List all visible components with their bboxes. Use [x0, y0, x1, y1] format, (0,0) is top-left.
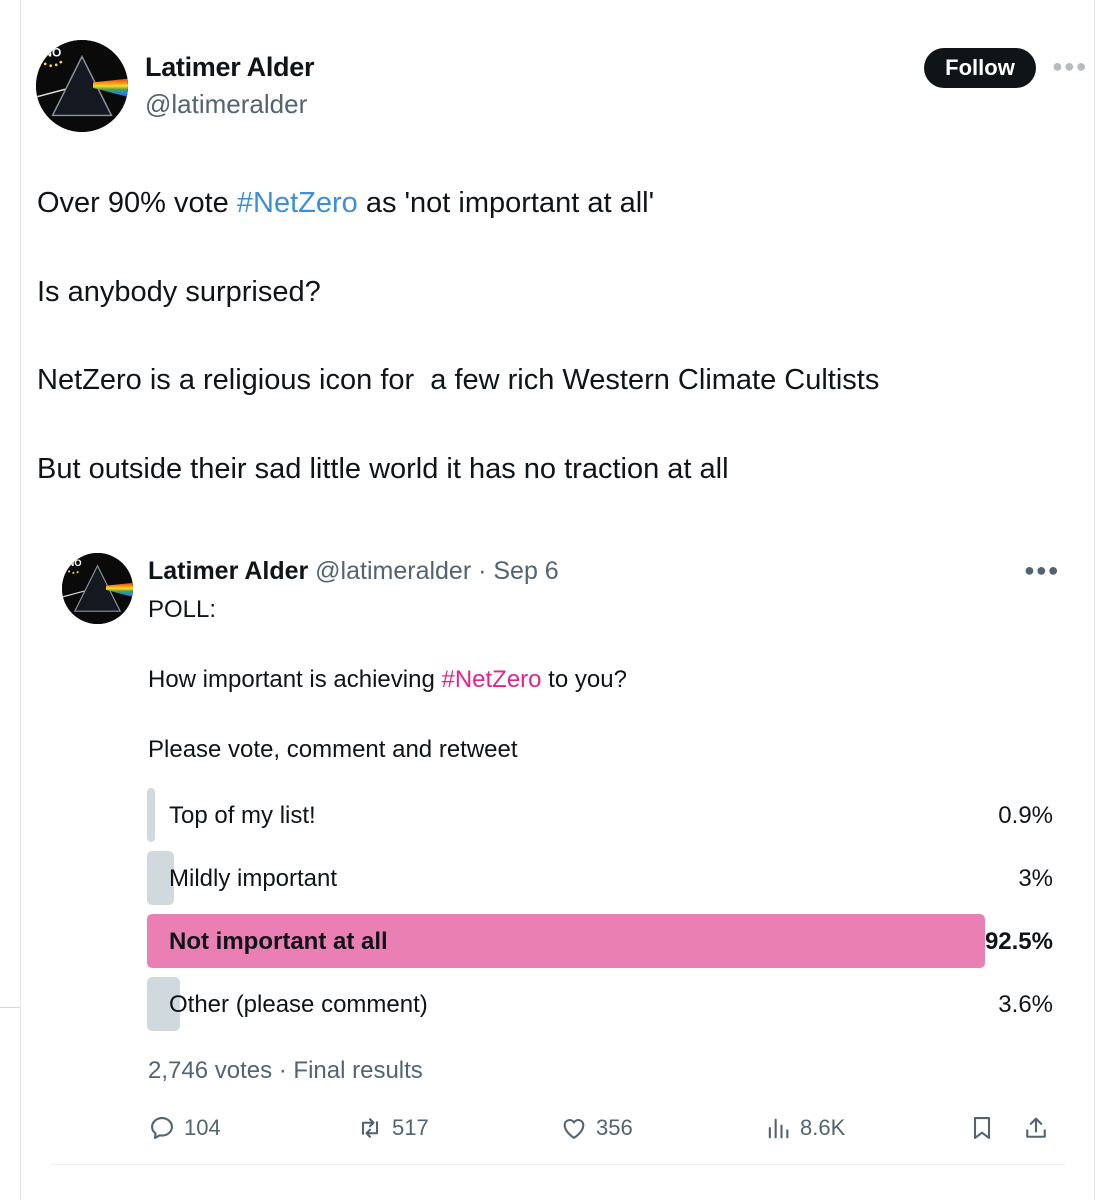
reply-button[interactable]: 104 [148, 1114, 221, 1142]
tweet-text-line-1: Over 90% vote #NetZero as 'not important… [37, 187, 654, 220]
quoted-text-line-2: How important is achieving #NetZero to y… [148, 666, 627, 694]
poll-option-percent: 92.5% [984, 928, 1053, 955]
bookmark-button[interactable] [968, 1114, 996, 1147]
left-border [20, 0, 21, 1200]
more-horizontal-icon[interactable]: ●●● [1052, 56, 1088, 77]
author-avatar[interactable]: NO [36, 40, 128, 132]
bookmark-icon [973, 1117, 991, 1139]
poll-option-label: Top of my list! [169, 802, 316, 829]
follow-button[interactable]: Follow [924, 48, 1036, 88]
text-segment: How important is achieving [148, 666, 442, 693]
tweet-text-line-2: Is anybody surprised? [37, 276, 321, 308]
poll-option-winner: Not important at all 92.5% [147, 914, 1053, 968]
svg-text:NO: NO [43, 46, 61, 60]
quoted-text-line-1: POLL: [148, 596, 217, 623]
like-count: 356 [596, 1115, 633, 1140]
poll-option-label: Mildly important [169, 865, 338, 892]
text-segment: to you? [541, 666, 627, 693]
poll-option-label: Not important at all [169, 928, 388, 955]
poll-option-percent: 0.9% [998, 802, 1053, 829]
reply-icon [151, 1117, 173, 1139]
heart-icon [563, 1119, 585, 1139]
repost-button[interactable]: 517 [356, 1114, 429, 1142]
reply-count: 104 [184, 1115, 221, 1140]
views-icon [768, 1118, 789, 1139]
poll-bar [147, 788, 156, 842]
right-border [1094, 0, 1095, 1200]
repost-icon [361, 1118, 379, 1138]
author-name[interactable]: Latimer Alder [145, 52, 314, 83]
prism-avatar-icon: NO [62, 553, 133, 624]
quoted-text-line-3: Please vote, comment and retweet [148, 736, 518, 763]
prism-avatar-icon: NO [36, 40, 128, 132]
text-segment: as 'not important at all' [357, 187, 655, 219]
poll-option: Top of my list! 0.9% [147, 788, 1053, 842]
views-button[interactable]: 8.6K [764, 1114, 845, 1142]
poll-option-percent: 3.6% [998, 991, 1053, 1018]
divider-stub [0, 1007, 20, 1008]
views-count: 8.6K [800, 1115, 846, 1140]
tweet-text-line-4: But outside their sad little world it ha… [37, 453, 729, 485]
quoted-meta[interactable]: @latimeralder · Sep 6 [308, 557, 559, 585]
bottom-divider [50, 1164, 1066, 1165]
like-button[interactable]: 356 [560, 1114, 633, 1142]
poll-option-percent: 3% [1018, 865, 1053, 892]
poll-option: Other (please comment) 3.6% [147, 977, 1053, 1031]
repost-count: 517 [392, 1115, 429, 1140]
hashtag-link[interactable]: #NetZero [441, 666, 541, 693]
share-icon [1026, 1117, 1046, 1138]
quoted-author-avatar[interactable]: NO [62, 553, 133, 624]
poll-footer: 2,746 votes · Final results [148, 1057, 423, 1084]
poll-option-label: Other (please comment) [169, 991, 428, 1018]
quoted-more-icon[interactable]: ●●● [1024, 560, 1060, 581]
quoted-header: Latimer Alder @latimeralder · Sep 6 [148, 557, 559, 586]
author-handle[interactable]: @latimeralder [145, 89, 307, 120]
share-button[interactable] [1022, 1114, 1050, 1147]
svg-text:NO: NO [68, 558, 82, 568]
tweet-text-line-3: NetZero is a religious icon for a few ri… [37, 364, 880, 396]
poll-option: Mildly important 3% [147, 851, 1053, 905]
hashtag-link[interactable]: #NetZero [237, 187, 358, 219]
quoted-author-name[interactable]: Latimer Alder [148, 557, 308, 585]
text-segment: Over 90% vote [37, 187, 237, 219]
